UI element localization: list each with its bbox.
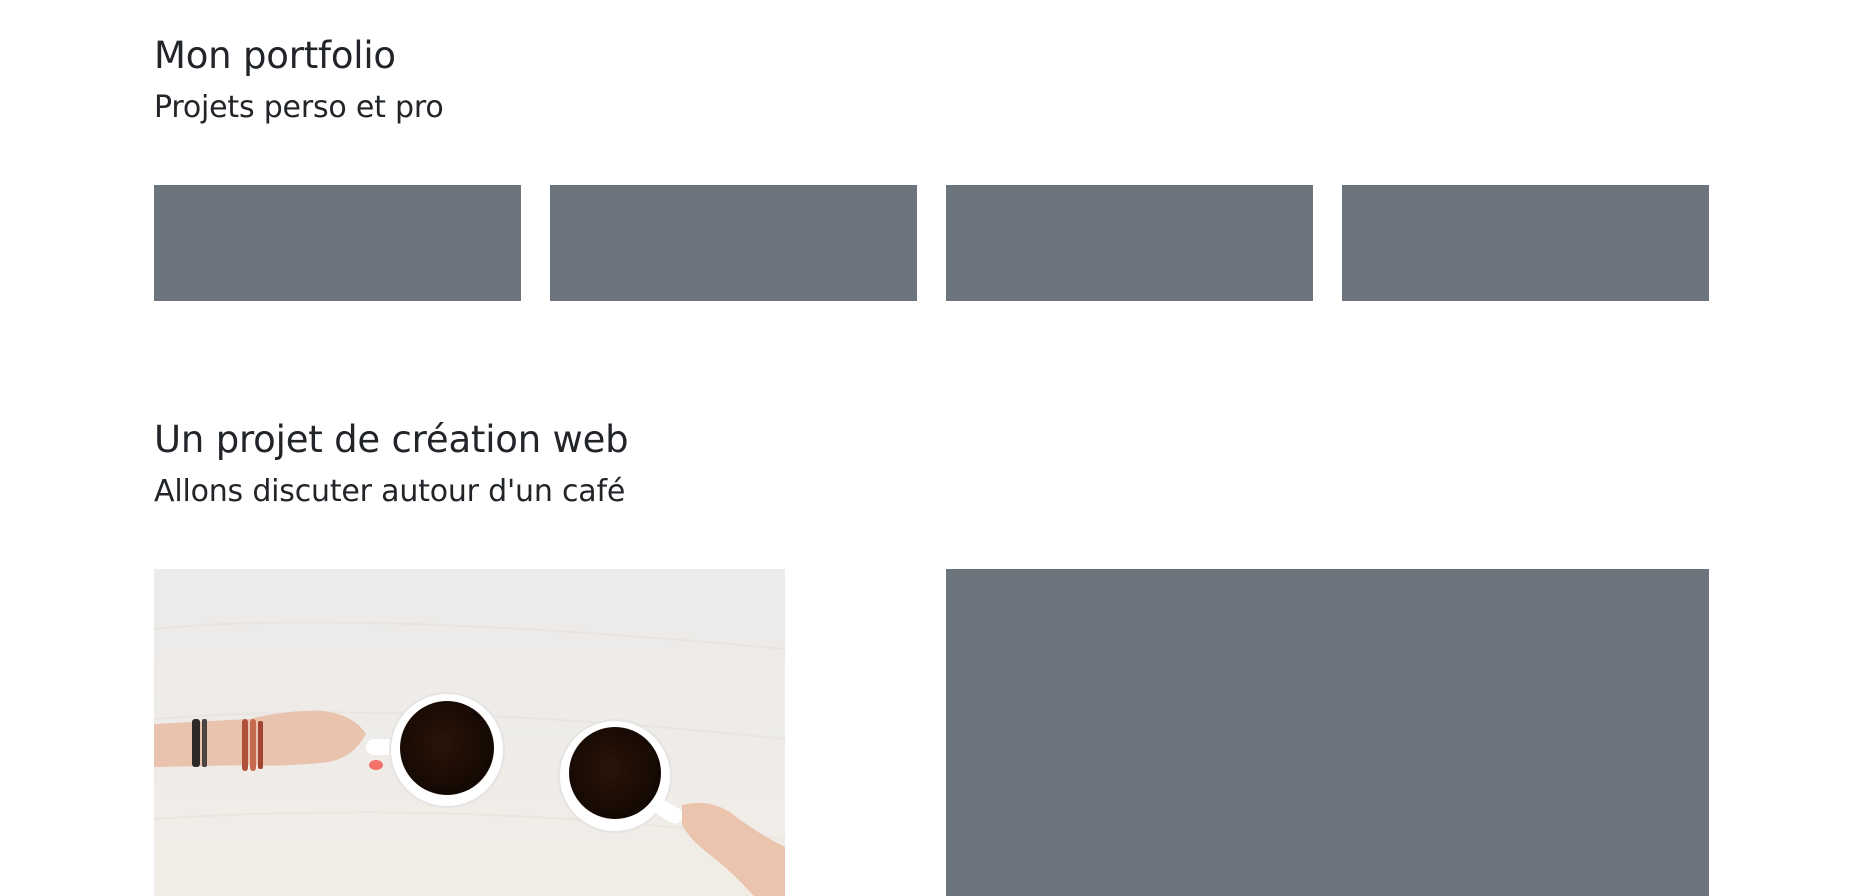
portfolio-thumbnail-4[interactable] [1342, 185, 1709, 301]
coffee-cups-photo [154, 569, 785, 896]
portfolio-thumbnail-2[interactable] [550, 185, 917, 301]
project-subtitle: Allons discuter autour d'un café [154, 474, 626, 509]
portfolio-thumbnail-3[interactable] [946, 185, 1313, 301]
portfolio-subtitle: Projets perso et pro [154, 90, 444, 125]
project-title: Un projet de création web [154, 418, 629, 461]
portfolio-title: Mon portfolio [154, 34, 396, 77]
project-placeholder-block [946, 569, 1709, 896]
portfolio-thumbnail-1[interactable] [154, 185, 521, 301]
